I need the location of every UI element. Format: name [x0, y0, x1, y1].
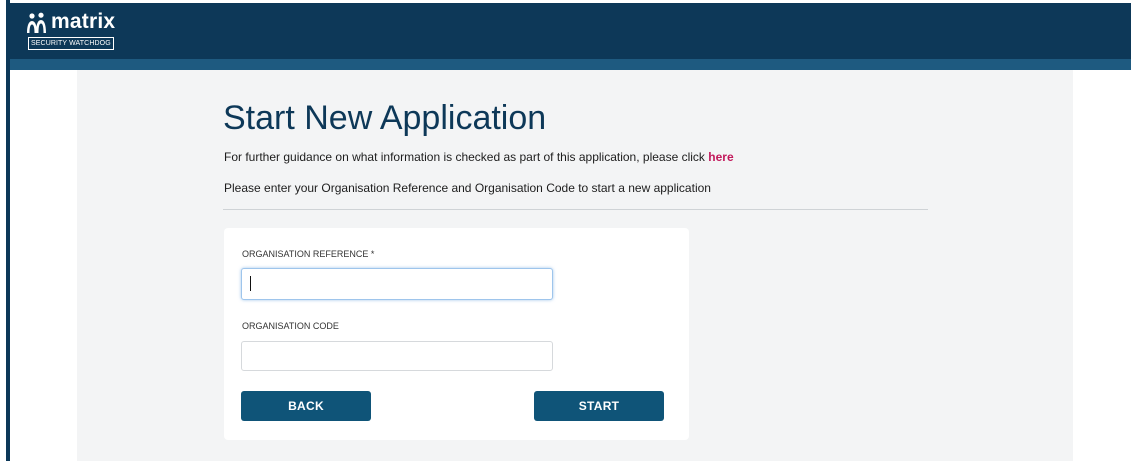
- back-button[interactable]: BACK: [241, 391, 371, 421]
- instructions-text: Please enter your Organisation Reference…: [224, 181, 711, 195]
- guidance-link[interactable]: here: [708, 150, 733, 164]
- logo-wordmark: matrix: [51, 10, 116, 33]
- site-header: matrix SECURITY WATCHDOG: [8, 3, 1131, 59]
- organisation-code-label: ORGANISATION CODE: [242, 321, 339, 331]
- logo-tagline: SECURITY WATCHDOG: [28, 37, 114, 50]
- guidance-text: For further guidance on what information…: [224, 149, 734, 165]
- main-content: Start New Application For further guidan…: [77, 70, 1073, 461]
- organisation-reference-input[interactable]: [241, 268, 553, 300]
- start-button[interactable]: START: [534, 391, 664, 421]
- page-title: Start New Application: [223, 99, 547, 137]
- text-caret: [250, 276, 251, 291]
- organisation-code-input[interactable]: [241, 341, 553, 371]
- matrix-logo[interactable]: matrix SECURITY WATCHDOG: [26, 10, 136, 52]
- left-edge: [6, 0, 10, 461]
- header-accent-bar: [8, 59, 1131, 70]
- people-icon: [27, 12, 46, 33]
- organisation-reference-label: ORGANISATION REFERENCE *: [242, 249, 375, 259]
- application-form-card: ORGANISATION REFERENCE * ORGANISATION CO…: [224, 228, 689, 440]
- guidance-sentence: For further guidance on what information…: [224, 150, 709, 164]
- divider: [223, 209, 928, 210]
- app-window: matrix SECURITY WATCHDOG Start New Appli…: [0, 0, 1131, 461]
